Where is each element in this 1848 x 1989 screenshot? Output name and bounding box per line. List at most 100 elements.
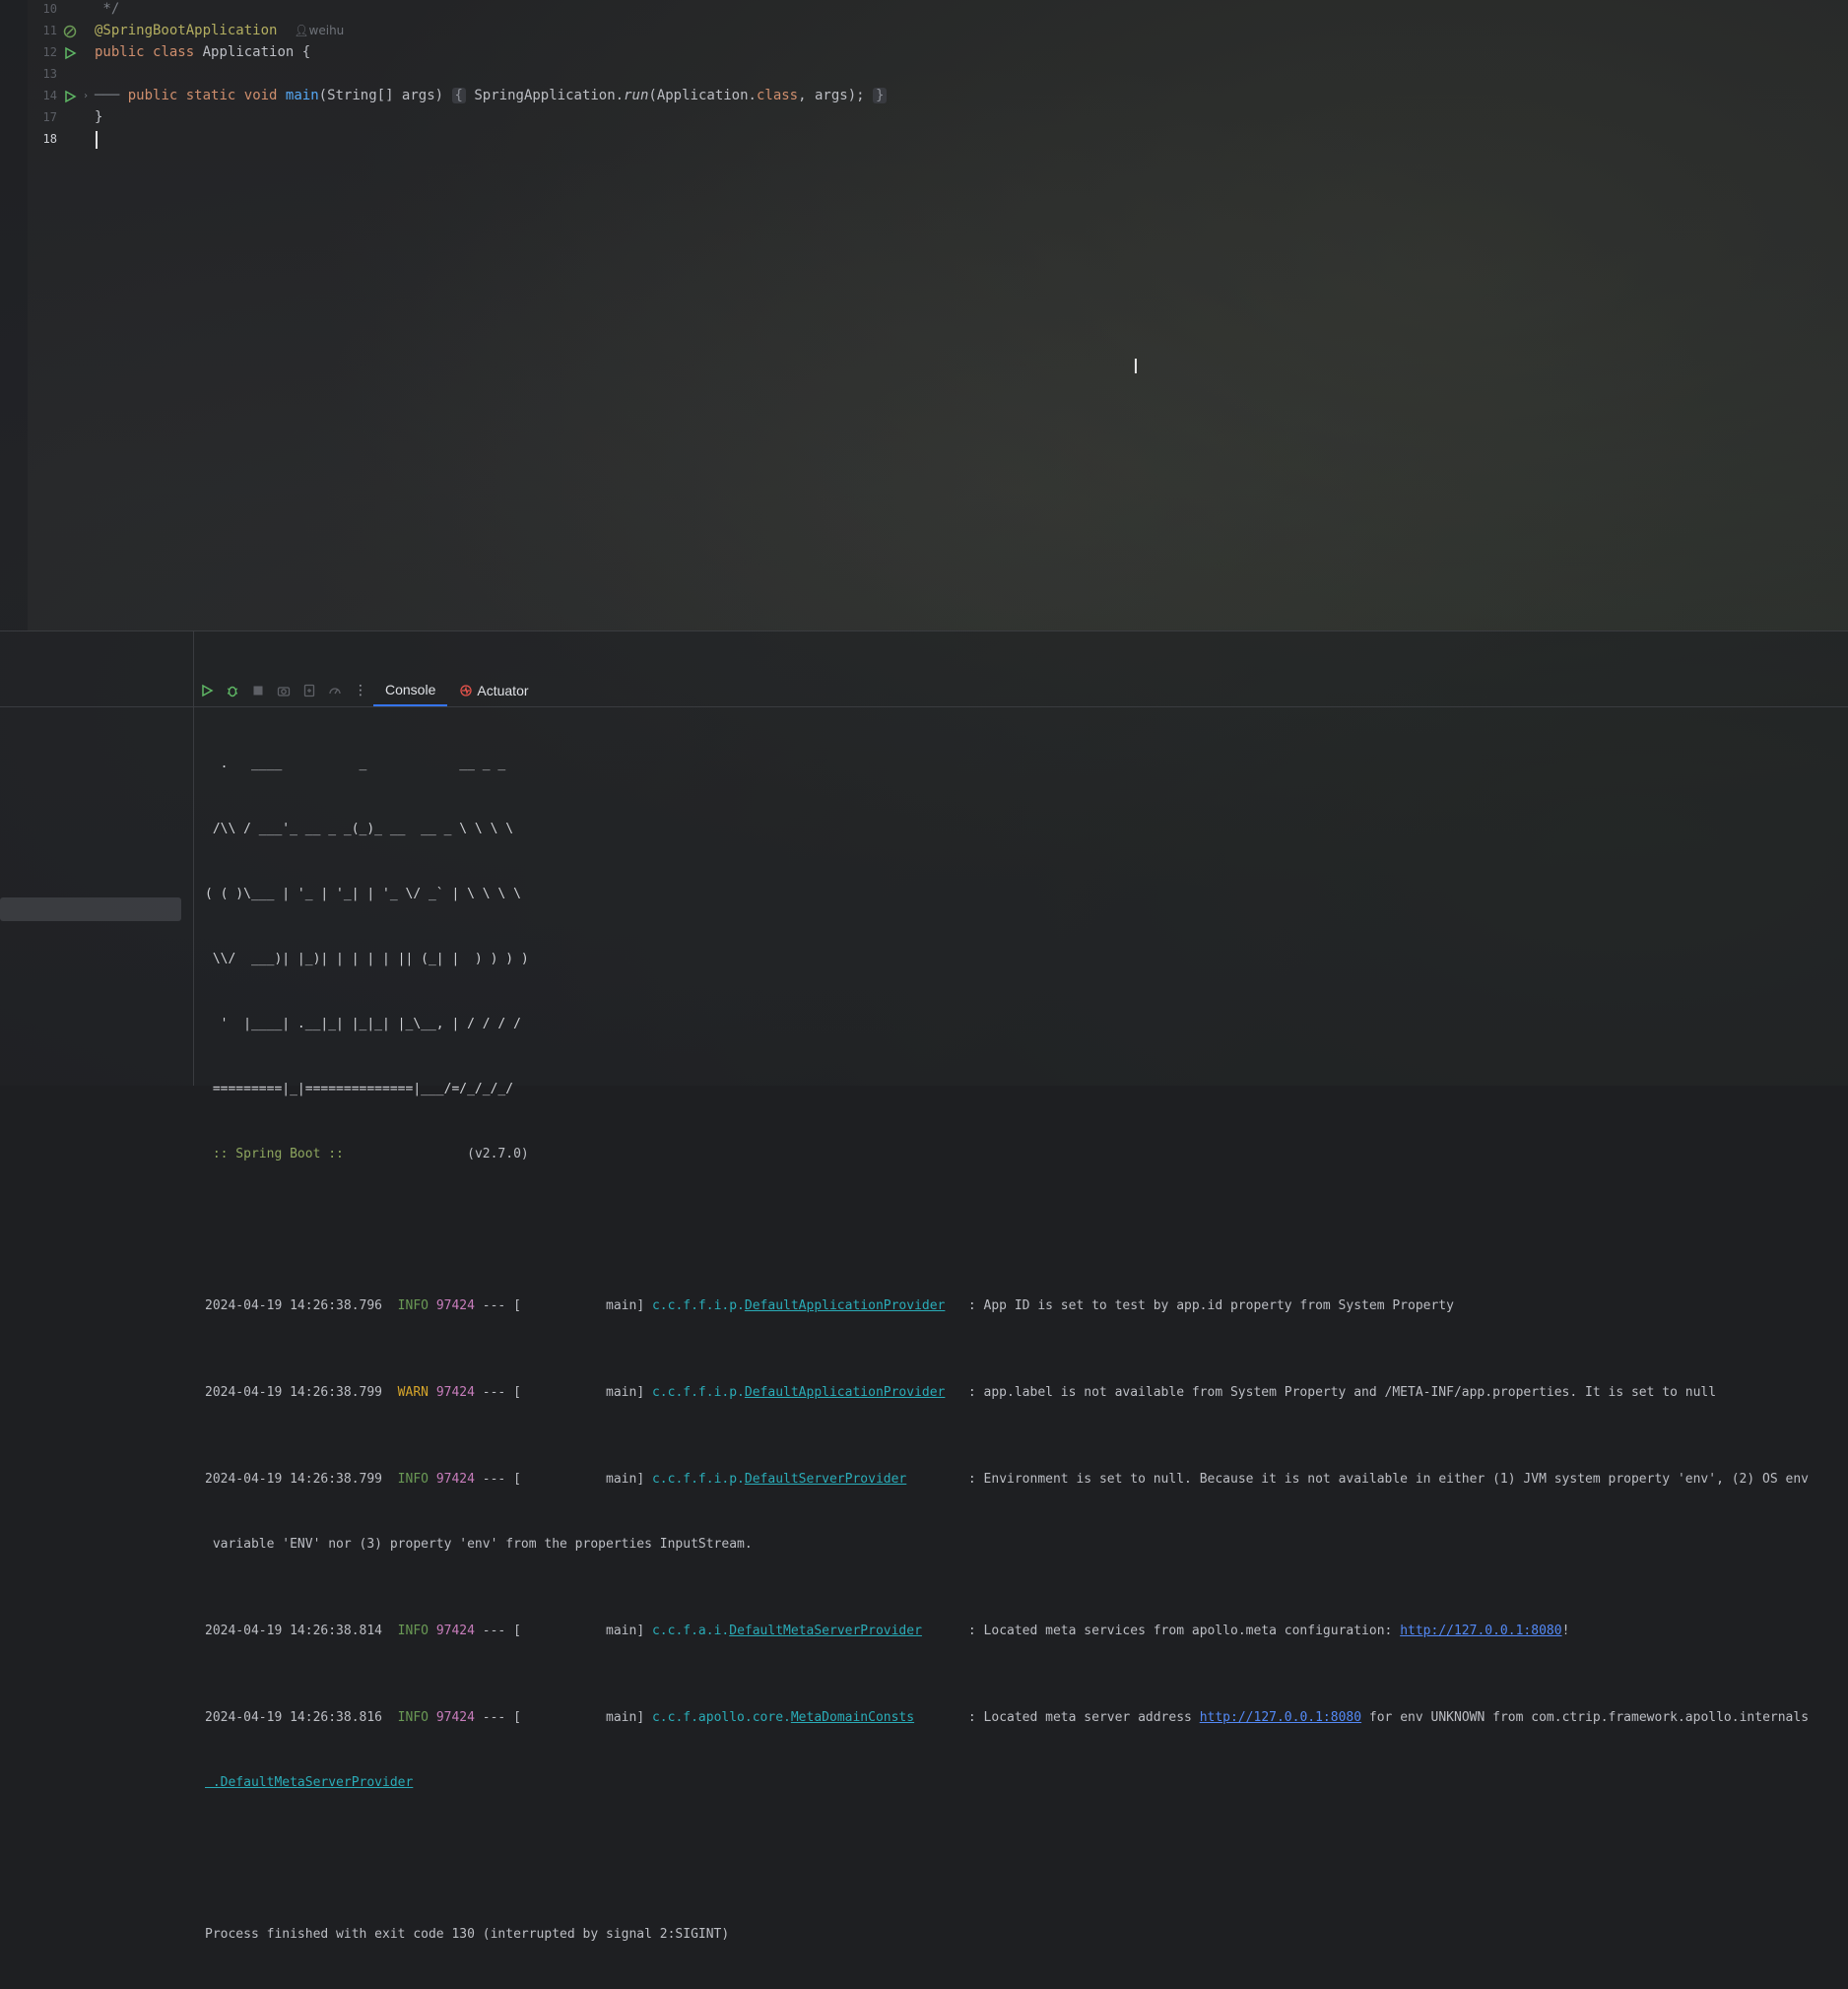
code-line-11: @SpringBootApplication 👤︎weihu bbox=[95, 22, 344, 39]
log-thread: --- [ main] bbox=[474, 1472, 652, 1487]
console-output[interactable]: . ____ _ __ _ _ /\\ / ___'_ __ _ _(_)_ _… bbox=[205, 710, 1840, 1989]
log-padding bbox=[945, 1385, 967, 1400]
spring-bean-icon[interactable] bbox=[63, 25, 77, 38]
banner-line: =========|_|==============|___/=/_/_/_/ bbox=[205, 1082, 514, 1096]
log-padding bbox=[906, 1472, 968, 1487]
run-configurations-panel bbox=[0, 631, 194, 1086]
log-link[interactable]: http://127.0.0.1:8080 bbox=[1400, 1624, 1561, 1638]
folded-body-end[interactable]: } bbox=[872, 88, 888, 103]
run-toolbar: ⋮ Console Actuator bbox=[194, 675, 1848, 706]
log-logger[interactable]: c.c.f.f.i.p.DefaultServerProvider bbox=[652, 1472, 906, 1487]
keyword: public bbox=[95, 44, 145, 60]
method-name: main bbox=[285, 88, 319, 103]
method-call: run bbox=[624, 88, 649, 103]
spring-boot-version: (v2.7.0) bbox=[343, 1147, 529, 1161]
folded-body[interactable]: { bbox=[451, 88, 466, 103]
banner-line: . ____ _ __ _ _ bbox=[205, 757, 506, 771]
banner-line: ( ( )\___ | '_ | '_| | '_ \/ _` | \ \ \ … bbox=[205, 887, 521, 901]
profiler-button[interactable] bbox=[322, 679, 348, 702]
left-tool-strip bbox=[0, 0, 28, 630]
log-padding bbox=[922, 1624, 968, 1638]
spring-boot-version-line: :: Spring Boot :: (v2.7.0) bbox=[205, 1144, 1840, 1165]
log-message: : Environment is set to null. Because it… bbox=[967, 1472, 1809, 1487]
selected-run-config[interactable] bbox=[0, 897, 181, 921]
logger-package: c.c.f.apollo.core. bbox=[651, 1710, 791, 1725]
class-declaration: Application { bbox=[194, 44, 311, 60]
log-logger[interactable]: c.c.f.apollo.core.MetaDomainConsts bbox=[652, 1710, 914, 1725]
log-pid: 97424 bbox=[435, 1624, 475, 1638]
logger-package: c.c.f.a.i. bbox=[651, 1624, 730, 1638]
chevron-right-icon[interactable]: › bbox=[83, 91, 89, 101]
log-logger[interactable]: c.c.f.f.i.p.DefaultApplicationProvider bbox=[652, 1385, 945, 1400]
tab-actuator[interactable]: Actuator bbox=[447, 675, 540, 706]
tab-label: Console bbox=[385, 682, 436, 697]
log-level: INFO bbox=[397, 1624, 429, 1638]
line-number: 11 bbox=[42, 24, 57, 37]
code-text: SpringApplication. bbox=[465, 88, 625, 103]
gauge-icon bbox=[329, 688, 341, 695]
comment-text: */ bbox=[95, 1, 120, 17]
logger-class: DefaultMetaServerProvider bbox=[729, 1624, 922, 1638]
log-padding bbox=[914, 1710, 968, 1725]
log-level: INFO bbox=[397, 1298, 429, 1313]
logger-package: c.c.f.f.i.p. bbox=[651, 1298, 745, 1313]
dump-threads-button[interactable] bbox=[297, 679, 322, 702]
log-level: INFO bbox=[397, 1710, 429, 1725]
author-hint[interactable]: 👤︎weihu bbox=[294, 24, 344, 37]
log-link[interactable]: http://127.0.0.1:8080 bbox=[1200, 1710, 1361, 1725]
code-editor[interactable]: 10 11 12 13 14 17 18 › */ @SpringBootApp… bbox=[0, 0, 1848, 630]
log-timestamp: 2024-04-19 14:26:38.799 bbox=[205, 1472, 383, 1487]
debug-button[interactable] bbox=[220, 679, 245, 702]
line-number: 13 bbox=[42, 67, 57, 81]
tab-console[interactable]: Console bbox=[373, 675, 448, 706]
log-message: : Located meta services from apollo.meta… bbox=[967, 1624, 1401, 1638]
logger-class: DefaultApplicationProvider bbox=[744, 1298, 946, 1313]
logger-class: DefaultServerProvider bbox=[744, 1472, 907, 1487]
screenshot-button[interactable] bbox=[271, 679, 297, 702]
log-logger[interactable]: c.c.f.a.i.DefaultMetaServerProvider bbox=[652, 1624, 922, 1638]
banner-line: \\/ ___)| |_)| | | | | || (_| | ) ) ) ) bbox=[205, 952, 529, 966]
keyword: public bbox=[127, 88, 178, 103]
more-options-button[interactable]: ⋮ bbox=[348, 679, 373, 702]
line-number-current: 18 bbox=[42, 132, 57, 146]
banner-line: ' |____| .__|_| |_|_| |_\__, | / / / / bbox=[205, 1017, 521, 1031]
rerun-button[interactable] bbox=[194, 679, 220, 702]
run-class-icon[interactable] bbox=[63, 46, 77, 60]
banner-line: /\\ / ___'_ __ _ _(_)_ __ __ _ \ \ \ \ bbox=[205, 822, 514, 836]
text-caret bbox=[96, 131, 98, 149]
log-continuation: variable 'ENV' nor (3) property 'env' fr… bbox=[205, 1537, 753, 1552]
log-thread: --- [ main] bbox=[474, 1385, 652, 1400]
log-level: INFO bbox=[397, 1472, 429, 1487]
log-pid: 97424 bbox=[435, 1298, 475, 1313]
log-message: : app.label is not available from System… bbox=[967, 1385, 1717, 1400]
indent-guide: ─── bbox=[95, 88, 120, 103]
log-message-tail: for env UNKNOWN from com.ctrip.framework… bbox=[1361, 1710, 1810, 1725]
brace-close: } bbox=[875, 88, 885, 103]
code-line-12: public class Application { bbox=[95, 43, 310, 61]
run-main-icon[interactable] bbox=[63, 90, 77, 103]
code-line-17: } bbox=[95, 108, 102, 126]
line-number: 10 bbox=[42, 2, 57, 16]
logger-package: c.c.f.f.i.p. bbox=[651, 1385, 745, 1400]
brace-open: { bbox=[454, 88, 463, 103]
line-number-gutter: 10 11 12 13 14 17 18 bbox=[28, 0, 61, 630]
log-thread: --- [ main] bbox=[474, 1298, 652, 1313]
brace-close: } bbox=[95, 109, 103, 125]
log-pid: 97424 bbox=[435, 1710, 475, 1725]
exit-message: Process finished with exit code 130 (int… bbox=[205, 1927, 730, 1942]
camera-icon bbox=[277, 687, 291, 696]
code-text: , args); bbox=[798, 88, 873, 103]
stop-button[interactable] bbox=[245, 679, 271, 702]
log-thread: --- [ main] bbox=[474, 1624, 652, 1638]
log-message: : Located meta server address bbox=[967, 1710, 1200, 1725]
log-thread: --- [ main] bbox=[474, 1710, 652, 1725]
code-line-14: ─── public static void main(String[] arg… bbox=[95, 87, 888, 104]
code-line-10: */ bbox=[95, 0, 119, 18]
log-timestamp: 2024-04-19 14:26:38.799 bbox=[205, 1385, 383, 1400]
log-continuation-link[interactable]: .DefaultMetaServerProvider bbox=[205, 1772, 1840, 1794]
log-line: 2024-04-19 14:26:38.816 INFO 97424 --- [… bbox=[205, 1707, 1840, 1729]
method-params: (String[] args) bbox=[318, 88, 452, 103]
spring-boot-label: :: Spring Boot :: bbox=[205, 1147, 344, 1161]
log-message-tail: ! bbox=[1561, 1624, 1570, 1638]
log-logger[interactable]: c.c.f.f.i.p.DefaultApplicationProvider bbox=[652, 1298, 945, 1313]
